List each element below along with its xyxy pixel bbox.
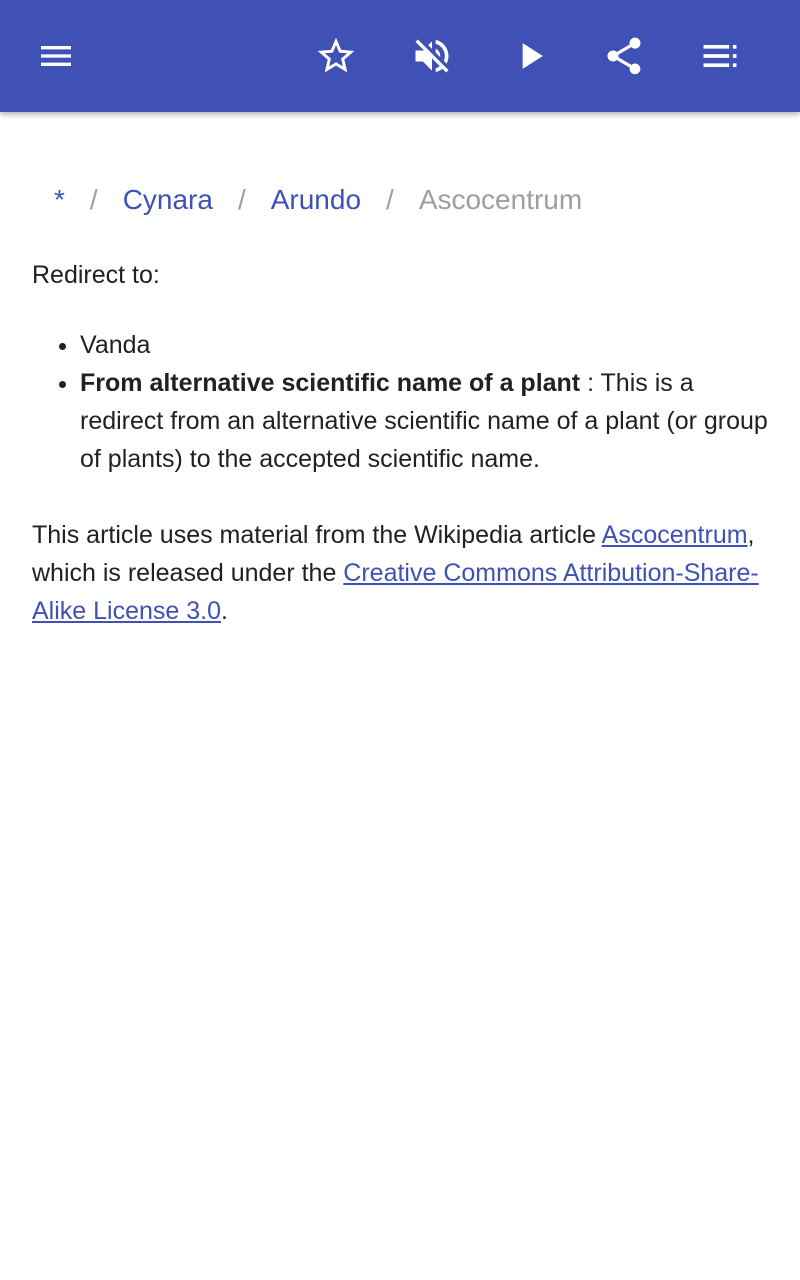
list-item: From alternative scientific name of a pl…	[80, 364, 768, 478]
wikipedia-article-link[interactable]: Ascocentrum	[602, 521, 748, 549]
redirect-list: Vanda From alternative scientific name o…	[32, 326, 768, 478]
breadcrumb-item-cynara[interactable]: Cynara	[123, 184, 213, 216]
attribution-prefix: This article uses material from the Wiki…	[32, 521, 602, 549]
redirect-category-title: From alternative scientific name of a pl…	[80, 369, 581, 397]
breadcrumb-separator: /	[237, 184, 246, 215]
menu-icon	[41, 46, 71, 66]
play-button[interactable]	[498, 24, 562, 88]
mute-button[interactable]	[400, 24, 464, 88]
play-icon	[522, 43, 543, 69]
breadcrumb-separator: /	[386, 184, 394, 215]
breadcrumb-item-root[interactable]: *	[54, 184, 65, 216]
star-icon	[317, 37, 355, 73]
share-button[interactable]	[592, 24, 656, 88]
share-icon	[607, 37, 641, 75]
playlist-icon	[703, 45, 737, 67]
favorite-button[interactable]	[304, 24, 368, 88]
article-content: * / Cynara / Arundo / Ascocentrum Redire…	[32, 112, 768, 630]
attribution-text: This article uses material from the Wiki…	[32, 516, 768, 630]
breadcrumb-item-arundo[interactable]: Arundo	[271, 184, 361, 216]
redirect-target: Vanda	[80, 331, 151, 359]
menu-button[interactable]	[24, 24, 88, 88]
list-item: Vanda	[80, 326, 768, 364]
breadcrumb-current: Ascocentrum	[418, 184, 583, 215]
volume-off-icon	[415, 39, 449, 73]
contents-button[interactable]	[688, 24, 752, 88]
attribution-suffix: .	[221, 597, 228, 625]
app-bar	[0, 0, 800, 112]
breadcrumb-separator: /	[89, 184, 98, 215]
breadcrumb: * / Cynara / Arundo / Ascocentrum	[32, 180, 768, 220]
redirect-label: Redirect to:	[32, 261, 160, 289]
